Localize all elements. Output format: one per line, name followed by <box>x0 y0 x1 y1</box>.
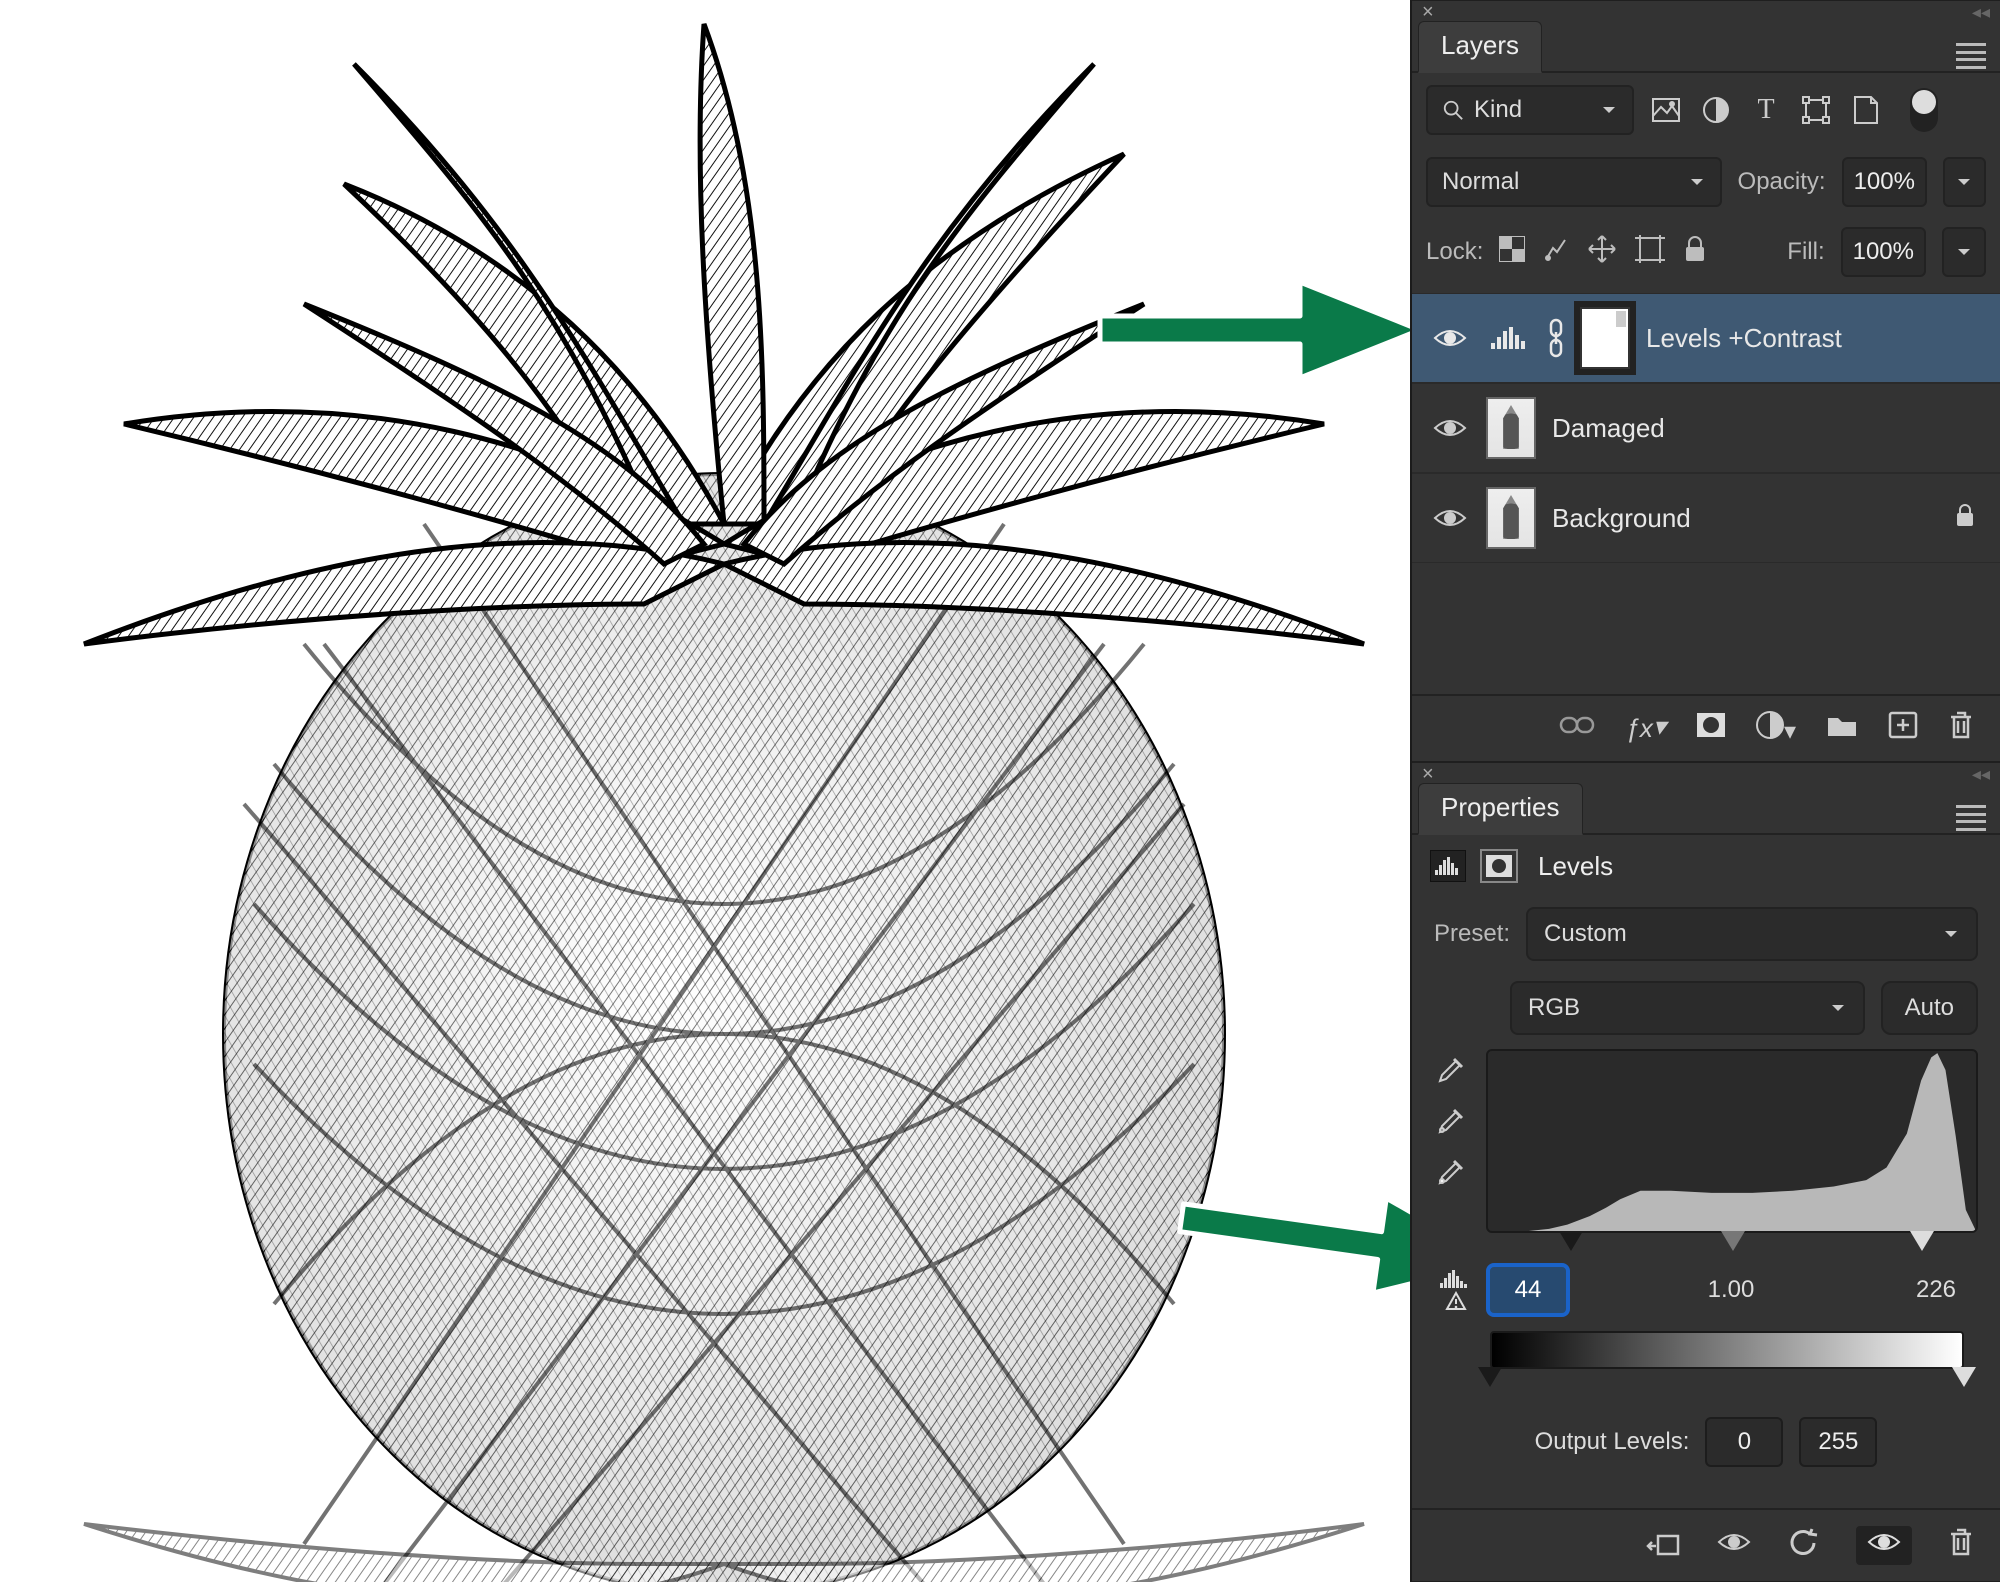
highlight-input[interactable] <box>1894 1275 1978 1305</box>
adjustment-type-icon <box>1430 850 1466 882</box>
new-group-icon[interactable] <box>1826 712 1858 745</box>
preset-select[interactable]: Custom <box>1526 907 1978 961</box>
filter-pixel-icon[interactable] <box>1652 96 1680 124</box>
chevron-down-icon <box>1600 101 1618 119</box>
link-layers-icon[interactable] <box>1559 714 1595 743</box>
output-low-slider[interactable] <box>1478 1367 1502 1387</box>
fill-label: Fill: <box>1787 238 1824 266</box>
lock-all-icon[interactable] <box>1683 235 1707 270</box>
layer-thumb[interactable] <box>1486 397 1536 459</box>
document-image <box>4 4 1406 1578</box>
lock-pixels-icon[interactable] <box>1543 236 1569 269</box>
layer-filter-kind-label: Kind <box>1474 96 1590 124</box>
reset-icon[interactable] <box>1788 1527 1820 1564</box>
layer-filter-kind-select[interactable]: Kind <box>1426 85 1634 135</box>
auto-button[interactable]: Auto <box>1881 981 1978 1035</box>
input-slider-track[interactable] <box>1486 1233 1978 1259</box>
opacity-dropdown[interactable] <box>1943 157 1986 207</box>
highlight-slider[interactable] <box>1910 1231 1934 1251</box>
panel-grip-icon[interactable]: ◂◂ <box>1972 2 1990 23</box>
layer-thumb[interactable] <box>1486 487 1536 549</box>
output-low-input[interactable] <box>1705 1417 1783 1467</box>
opacity-input[interactable]: 100% <box>1842 157 1927 207</box>
search-icon <box>1442 99 1464 121</box>
panel-grip-icon[interactable]: ◂◂ <box>1972 764 1990 785</box>
shadow-input[interactable] <box>1488 1265 1568 1315</box>
chevron-down-icon <box>1829 999 1847 1017</box>
blend-mode-value: Normal <box>1442 168 1519 196</box>
filter-shape-icon[interactable] <box>1802 96 1830 124</box>
new-layer-icon[interactable] <box>1888 711 1918 746</box>
eyedropper-white-icon[interactable] <box>1434 1159 1474 1196</box>
lock-position-icon[interactable] <box>1587 234 1617 271</box>
eye-icon <box>1433 416 1467 440</box>
visibility-toggle[interactable] <box>1430 506 1470 530</box>
layer-locked-icon <box>1954 502 1984 535</box>
output-slider-track[interactable] <box>1490 1369 1964 1395</box>
layer-row-background[interactable]: Background <box>1412 473 2000 563</box>
layer-name[interactable]: Background <box>1552 503 1938 534</box>
filter-adjustment-icon[interactable] <box>1702 96 1730 124</box>
chevron-down-icon <box>1942 925 1960 943</box>
preset-value: Custom <box>1544 920 1627 948</box>
layer-fx-icon[interactable]: ƒx▾ <box>1625 713 1666 744</box>
chevron-down-icon <box>1688 173 1706 191</box>
midtone-input[interactable] <box>1684 1275 1778 1305</box>
channel-select[interactable]: RGB <box>1510 981 1865 1035</box>
chevron-down-icon <box>1955 173 1973 191</box>
tab-layers[interactable]: Layers <box>1418 21 1542 73</box>
panel-menu-icon[interactable] <box>1956 803 1986 833</box>
eyedropper-gray-icon[interactable] <box>1434 1108 1474 1145</box>
levels-adjustment-icon <box>1486 318 1532 358</box>
filter-smartobject-icon[interactable] <box>1852 96 1880 124</box>
eye-icon <box>1433 506 1467 530</box>
add-mask-icon[interactable] <box>1696 712 1726 745</box>
fill-dropdown[interactable] <box>1942 227 1986 277</box>
delete-layer-icon[interactable] <box>1948 710 1974 747</box>
filter-toggle[interactable] <box>1910 88 1938 132</box>
mask-mode-icon[interactable] <box>1480 849 1518 883</box>
toggle-visibility-icon[interactable] <box>1716 1530 1752 1561</box>
channel-value: RGB <box>1528 994 1580 1022</box>
tab-properties[interactable]: Properties <box>1418 783 1583 835</box>
output-gradient <box>1490 1331 1964 1369</box>
lock-label: Lock: <box>1426 238 1483 266</box>
link-icon <box>1548 318 1564 358</box>
panel-menu-icon[interactable] <box>1956 41 1986 71</box>
midtone-slider[interactable] <box>1721 1231 1745 1251</box>
preset-label: Preset: <box>1434 920 1510 948</box>
clipping-warning-icon[interactable] <box>1434 1269 1478 1311</box>
properties-title: Levels <box>1532 851 1613 882</box>
new-adjustment-icon[interactable]: ▾ <box>1756 711 1796 746</box>
visibility-toggle[interactable] <box>1430 326 1470 350</box>
clip-to-layer-icon[interactable] <box>1646 1528 1680 1563</box>
lock-artboard-icon[interactable] <box>1635 235 1665 270</box>
layer-name[interactable]: Damaged <box>1552 413 1984 444</box>
shadow-slider[interactable] <box>1559 1231 1583 1251</box>
view-previous-state-icon[interactable] <box>1856 1526 1912 1565</box>
layer-row-levels-contrast[interactable]: Levels +Contrast <box>1412 293 2000 383</box>
delete-adjustment-icon[interactable] <box>1948 1527 1974 1564</box>
layer-name[interactable]: Levels +Contrast <box>1646 323 1984 354</box>
canvas[interactable] <box>0 0 1410 1582</box>
visibility-toggle[interactable] <box>1430 416 1470 440</box>
eye-icon <box>1433 326 1467 350</box>
chevron-down-icon <box>1955 243 1973 261</box>
output-high-slider[interactable] <box>1952 1367 1976 1387</box>
layer-row-damaged[interactable]: Damaged <box>1412 383 2000 473</box>
output-high-input[interactable] <box>1799 1417 1877 1467</box>
eyedropper-black-icon[interactable] <box>1434 1057 1474 1094</box>
layer-mask-thumb[interactable] <box>1580 307 1630 369</box>
lock-transparency-icon[interactable] <box>1499 236 1525 269</box>
fill-input[interactable]: 100% <box>1841 227 1926 277</box>
opacity-label: Opacity: <box>1738 168 1826 196</box>
levels-histogram[interactable] <box>1486 1049 1978 1233</box>
filter-type-icon[interactable]: T <box>1752 96 1780 124</box>
output-levels-label: Output Levels: <box>1535 1428 1690 1456</box>
blend-mode-select[interactable]: Normal <box>1426 157 1722 207</box>
